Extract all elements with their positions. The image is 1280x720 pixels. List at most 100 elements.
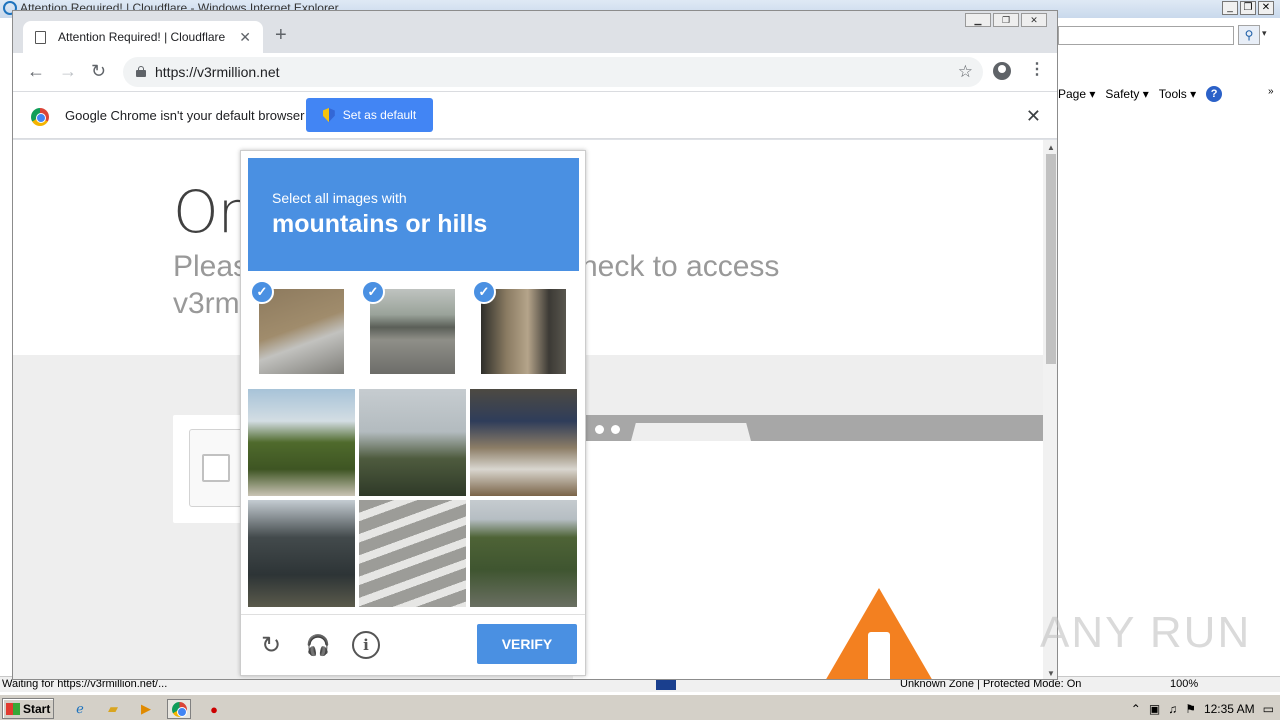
tile-selected-check-icon: ✓ xyxy=(472,280,496,304)
chrome-taskbar-icon[interactable] xyxy=(167,699,191,719)
illustration-dot xyxy=(595,425,604,434)
start-label: Start xyxy=(23,701,51,716)
tile-selected-check-icon: ✓ xyxy=(361,280,385,304)
page-icon xyxy=(35,30,46,44)
explorer-folder-icon[interactable]: ▰ xyxy=(101,699,125,719)
warning-exclamation xyxy=(868,632,890,679)
illustration-tab xyxy=(631,423,751,441)
chrome-close-button[interactable]: ✕ xyxy=(1021,13,1047,27)
challenge-tile-7[interactable] xyxy=(248,500,355,607)
chrome-tab-strip: Attention Required! | Cloudflare ✕ + ▁ ❐… xyxy=(13,11,1057,59)
chrome-toolbar: ← → ↻ https://v3rmillion.net ☆ ⋮ xyxy=(13,53,1057,91)
ie-progress-bar xyxy=(656,680,676,690)
illustration-dot xyxy=(611,425,620,434)
tile-image xyxy=(481,289,566,374)
start-button[interactable]: Start xyxy=(2,698,54,719)
tab-close-icon[interactable]: ✕ xyxy=(239,29,251,46)
chrome-minimize-button[interactable]: ▁ xyxy=(965,13,991,27)
ie-search-box[interactable] xyxy=(1058,26,1234,45)
volume-icon[interactable]: ♫ xyxy=(1168,702,1177,716)
url-text[interactable]: https://v3rmillion.net xyxy=(155,64,280,80)
ie-taskbar-icon[interactable]: ℯ xyxy=(68,699,92,719)
tile-image xyxy=(370,289,455,374)
reload-icon[interactable]: ↻ xyxy=(91,62,106,80)
tile-image xyxy=(248,389,355,496)
back-arrow-icon[interactable]: ← xyxy=(27,62,45,80)
action-center-flag-icon[interactable]: ⚑ xyxy=(1185,702,1196,716)
challenge-footer-divider xyxy=(241,614,585,615)
infobar-close-icon[interactable]: ✕ xyxy=(1026,106,1041,127)
ie-close-button[interactable]: ✕ xyxy=(1258,1,1274,15)
chrome-logo-icon xyxy=(31,108,49,126)
bookmark-star-icon[interactable]: ☆ xyxy=(958,62,973,82)
chrome-restore-button[interactable]: ❐ xyxy=(993,13,1019,27)
verify-button[interactable]: VERIFY xyxy=(477,624,577,664)
set-as-default-button[interactable]: Set as default xyxy=(306,98,433,132)
uac-shield-icon xyxy=(322,108,335,122)
recaptcha-challenge: Select all images with mountains or hill… xyxy=(240,150,586,676)
ie-search-icon[interactable]: ⚲ xyxy=(1238,25,1260,45)
challenge-tile-5[interactable] xyxy=(359,389,466,496)
account-icon[interactable] xyxy=(993,62,1011,80)
illustration-browser-page xyxy=(573,441,1043,679)
system-tray: ⌃ ▣ ♫ ⚑ 12:35 AM ▭ xyxy=(1127,698,1278,719)
challenge-instruction: Select all images with xyxy=(272,190,407,206)
challenge-target: mountains or hills xyxy=(272,210,488,238)
tile-image xyxy=(259,289,344,374)
chrome-window-controls: ▁ ❐ ✕ xyxy=(965,13,1047,27)
set-as-default-label: Set as default xyxy=(342,108,417,122)
tile-image xyxy=(470,389,577,496)
ie-restore-button[interactable]: ❐ xyxy=(1240,1,1256,15)
windows-taskbar: Start ℯ ▰ ▶ ● ⌃ ▣ ♫ ⚑ 12:35 AM ▭ xyxy=(0,694,1280,720)
audio-challenge-icon[interactable]: 🎧 xyxy=(304,631,332,659)
ie-tools-menu[interactable]: Tools ▾ xyxy=(1159,87,1196,101)
tab-title: Attention Required! | Cloudflare xyxy=(58,30,226,44)
default-browser-infobar: Google Chrome isn't your default browser… xyxy=(13,91,1057,139)
tile-image xyxy=(359,389,466,496)
clock[interactable]: 12:35 AM xyxy=(1204,702,1255,716)
challenge-tile-8[interactable] xyxy=(359,500,466,607)
ie-page-menu[interactable]: Page ▾ xyxy=(1058,87,1095,101)
network-icon[interactable]: ▣ xyxy=(1149,702,1160,716)
scroll-up-icon[interactable]: ▲ xyxy=(1047,143,1055,152)
media-player-icon[interactable]: ▶ xyxy=(134,699,158,719)
challenge-tile-1[interactable]: ✓ xyxy=(248,278,355,385)
challenge-image-grid: ✓ ✓ ✓ xyxy=(248,278,579,608)
cloudflare-subtitle-part: Pleas xyxy=(173,250,249,283)
shield-alert-icon[interactable]: ● xyxy=(202,699,226,719)
chrome-logo-icon xyxy=(171,701,187,717)
challenge-tile-6[interactable] xyxy=(470,389,577,496)
challenge-tile-4[interactable] xyxy=(248,389,355,496)
ie-window-controls: _ ❐ ✕ xyxy=(1222,1,1274,15)
recaptcha-checkbox[interactable] xyxy=(202,454,230,482)
lock-icon[interactable] xyxy=(136,66,146,77)
scroll-thumb[interactable] xyxy=(1046,154,1056,364)
ie-command-overflow-icon[interactable]: » xyxy=(1268,86,1274,97)
challenge-tile-3[interactable]: ✓ xyxy=(470,278,577,385)
ie-search-dropdown-icon[interactable]: ▾ xyxy=(1262,28,1267,39)
new-tab-button[interactable]: + xyxy=(275,25,287,45)
page-scrollbar[interactable]: ▲ ▼ xyxy=(1043,140,1057,679)
ie-minimize-button[interactable]: _ xyxy=(1222,1,1238,15)
tab-cloudflare[interactable]: Attention Required! | Cloudflare ✕ xyxy=(23,21,263,53)
scroll-down-icon[interactable]: ▼ xyxy=(1047,669,1055,678)
tile-image xyxy=(248,500,355,607)
cloudflare-subtitle-part: heck to access xyxy=(581,250,780,283)
tray-expand-icon[interactable]: ⌃ xyxy=(1131,702,1141,716)
kebab-menu-icon[interactable]: ⋮ xyxy=(1029,62,1045,78)
challenge-tile-2[interactable]: ✓ xyxy=(359,278,466,385)
help-info-icon[interactable]: i xyxy=(352,631,380,659)
tile-selected-check-icon: ✓ xyxy=(250,280,274,304)
ie-safety-menu[interactable]: Safety ▾ xyxy=(1105,87,1148,101)
forward-arrow-icon[interactable]: → xyxy=(59,62,77,80)
ie-help-icon[interactable]: ? xyxy=(1206,86,1223,102)
reload-challenge-icon[interactable]: ↻ xyxy=(257,631,285,659)
tile-image xyxy=(359,500,466,607)
anyrun-watermark: ANY RUN xyxy=(1040,608,1252,657)
cloudflare-subtitle-part: v3rm xyxy=(173,287,240,320)
ie-command-bar: Page ▾ Safety ▾ Tools ▾ ? xyxy=(1058,84,1223,104)
show-desktop-icon[interactable]: ▭ xyxy=(1263,702,1274,716)
ie-zoom-level[interactable]: 100% xyxy=(1170,678,1198,690)
address-bar[interactable]: https://v3rmillion.net ☆ xyxy=(123,57,983,87)
challenge-tile-9[interactable] xyxy=(470,500,577,607)
